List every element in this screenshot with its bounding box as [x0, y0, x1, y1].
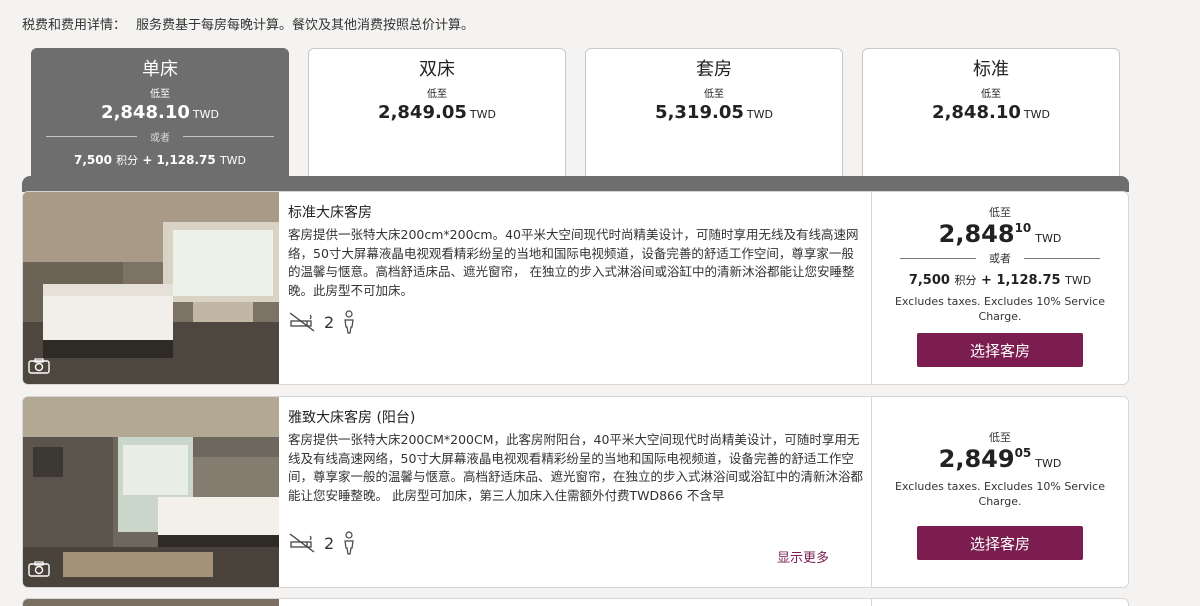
room-description: 客房提供一张特大床200cm*200cm。40平米大空间现代时尚精美设计，可随时…: [288, 227, 859, 298]
room-title: 标准大床客房: [288, 205, 372, 221]
camera-icon[interactable]: [28, 358, 50, 374]
tab-price-value: 2,849.05: [378, 102, 467, 123]
tab-low-label: 低至: [981, 89, 1001, 100]
price-panel: 低至 2,84810TWD 或者 7,500 积分 + 1,128.75 TWD…: [871, 192, 1128, 384]
tax-label: 税费和费用详情：: [22, 18, 127, 33]
room-photo[interactable]: [23, 599, 279, 606]
price-value: 2,84810TWD: [872, 220, 1128, 248]
price-low-label: 低至: [989, 431, 1011, 444]
tab-single-bed[interactable]: 单床 低至 2,848.10 TWD 或者 7,500 积分 + 1,128.75…: [31, 48, 289, 182]
price-note: Excludes taxes. Excludes 10% Service Cha…: [895, 295, 1105, 323]
room-amenities: 2: [288, 310, 356, 334]
tax-text: 服务费基于每房每晚计算。餐饮及其他消费按照总价计算。: [136, 18, 475, 33]
tab-low-label: 低至: [150, 89, 170, 100]
price-panel: [871, 599, 1128, 606]
tab-currency: TWD: [746, 108, 773, 121]
tab-currency: TWD: [1023, 108, 1050, 121]
person-icon: [344, 531, 354, 555]
select-room-button[interactable]: 选择客房: [917, 526, 1083, 560]
tab-price-value: 2,848.10: [101, 102, 190, 123]
tab-double-bed[interactable]: 双床 低至 2,849.05 TWD: [308, 48, 566, 178]
tab-name: 套房: [696, 59, 732, 80]
tab-points: 7,500 积分 + 1,128.75 TWD: [32, 152, 288, 168]
tab-price: 2,848.10 TWD: [32, 102, 288, 123]
tab-price: 5,319.05 TWD: [586, 102, 842, 123]
price-main: 2,849: [938, 445, 1015, 473]
tab-points-unit: 积分: [116, 154, 139, 167]
price-decimal: 05: [1014, 446, 1032, 460]
tab-name: 单床: [142, 59, 178, 80]
room-photo[interactable]: [23, 397, 279, 587]
person-icon: [344, 310, 354, 334]
tab-currency: TWD: [192, 108, 219, 121]
plus-currency: TWD: [1065, 274, 1092, 287]
camera-icon[interactable]: [28, 561, 50, 577]
tab-name: 双床: [419, 59, 455, 80]
tab-or: 或者: [46, 129, 274, 144]
price-note: Excludes taxes. Excludes 10% Service Cha…: [895, 480, 1105, 508]
tax-info: 税费和费用详情： 服务费基于每房每晚计算。餐饮及其他消费按照总价计算。: [22, 14, 474, 33]
room-card: 标准大床客房 客房提供一张特大床200cm*200cm。40平米大空间现代时尚精…: [22, 191, 1129, 385]
price-points: 7,500 积分 + 1,128.75 TWD: [872, 272, 1128, 288]
room-card: 雅致大床客房 (阳台) 客房提供一张特大床200CM*200CM，此客房附阳台，…: [22, 396, 1129, 588]
room-photo-image: [23, 192, 279, 384]
guest-count: 2: [324, 533, 335, 553]
no-smoking-icon: [289, 312, 315, 332]
room-amenities: 2: [288, 531, 356, 555]
tab-currency: TWD: [469, 108, 496, 121]
tab-points-value: 7,500: [73, 153, 112, 167]
room-card-partial: [22, 598, 1129, 606]
plus-value: + 1,128.75: [981, 273, 1061, 288]
price-currency: TWD: [1035, 457, 1062, 470]
room-title: 雅致大床客房 (阳台): [288, 410, 416, 426]
tab-price: 2,848.10 TWD: [863, 102, 1119, 123]
tab-standard[interactable]: 标准 低至 2,848.10 TWD: [862, 48, 1120, 178]
tab-low-label: 低至: [704, 89, 724, 100]
price-currency: TWD: [1035, 232, 1062, 245]
tab-price: 2,849.05 TWD: [309, 102, 565, 123]
price-main: 2,848: [938, 220, 1015, 248]
price-decimal: 10: [1014, 221, 1032, 235]
price-panel: 低至 2,84905TWD Excludes taxes. Excludes 1…: [871, 397, 1128, 587]
points-value: 7,500: [908, 273, 950, 288]
tab-price-value: 2,848.10: [932, 102, 1021, 123]
show-more-link[interactable]: 显示更多: [777, 547, 829, 566]
points-unit: 积分: [954, 274, 977, 287]
tab-price-value: 5,319.05: [655, 102, 744, 123]
select-room-button[interactable]: 选择客房: [917, 333, 1083, 367]
room-description: 客房提供一张特大床200CM*200CM，此客房附阳台，40平米大空间现代时尚精…: [288, 432, 864, 503]
guest-count: 2: [324, 312, 335, 332]
tab-low-label: 低至: [427, 89, 447, 100]
tab-underline: [22, 176, 1129, 192]
price-or: 或者: [900, 250, 1100, 266]
tab-name: 标准: [973, 59, 1009, 80]
tab-plus-currency: TWD: [219, 154, 247, 167]
room-info: 雅致大床客房 (阳台) 客房提供一张特大床200CM*200CM，此客房附阳台，…: [288, 407, 866, 505]
no-smoking-icon: [289, 533, 315, 553]
room-info: 标准大床客房 客房提供一张特大床200cm*200cm。40平米大空间现代时尚精…: [288, 202, 866, 300]
room-photo-image: [23, 397, 279, 587]
tab-plus-value: + 1,128.75: [142, 153, 216, 167]
tab-suite[interactable]: 套房 低至 5,319.05 TWD: [585, 48, 843, 178]
room-photo[interactable]: [23, 192, 279, 384]
price-value: 2,84905TWD: [872, 445, 1128, 473]
price-low-label: 低至: [989, 206, 1011, 219]
